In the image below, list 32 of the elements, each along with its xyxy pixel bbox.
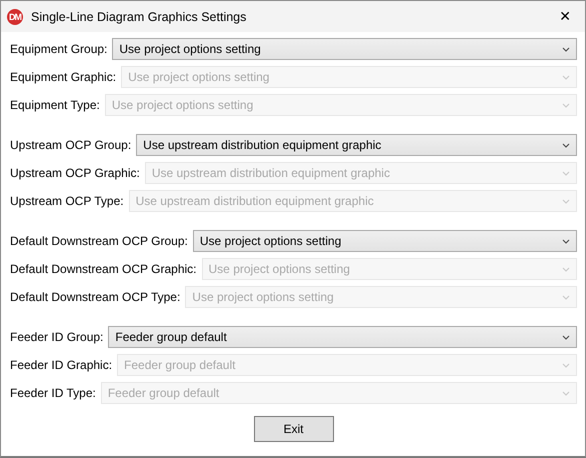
exit-button[interactable]: Exit (254, 416, 334, 442)
close-button[interactable]: ✕ (553, 6, 577, 26)
chevron-down-icon (562, 238, 570, 244)
dropdown[interactable]: Use project options setting (192, 230, 577, 252)
field-label: Upstream OCP Group: (10, 138, 132, 152)
field-label: Equipment Type: (10, 98, 100, 112)
field-label: Feeder ID Graphic: (10, 358, 112, 372)
dropdown[interactable]: Use project options setting (112, 38, 577, 60)
field-label: Feeder ID Type: (10, 386, 96, 400)
chevron-down-icon (562, 74, 570, 80)
chevron-down-icon (562, 334, 570, 340)
field-label: Equipment Group: (10, 42, 108, 56)
field-label: Default Downstream OCP Graphic: (10, 262, 197, 276)
app-logo: DM (7, 8, 23, 24)
field-label: Upstream OCP Graphic: (10, 166, 140, 180)
chevron-down-icon (562, 102, 570, 108)
field-label: Equipment Graphic: (10, 70, 116, 84)
dropdown[interactable]: Use upstream distribution equipment graphic (136, 134, 577, 156)
field-label: Feeder ID Group: (10, 330, 104, 344)
field-label: Default Downstream OCP Type: (10, 290, 180, 304)
dropdown[interactable]: Feeder group default (108, 326, 577, 348)
chevron-down-icon (562, 294, 570, 300)
chevron-down-icon (562, 362, 570, 368)
chevron-down-icon (562, 46, 570, 52)
chevron-down-icon (562, 266, 570, 272)
field-label: Upstream OCP Type: (10, 194, 124, 208)
chevron-down-icon (562, 390, 570, 396)
chevron-down-icon (562, 198, 570, 204)
field-label: Default Downstream OCP Group: (10, 234, 188, 248)
chevron-down-icon (562, 142, 570, 148)
window-title: Single-Line Diagram Graphics Settings (31, 10, 248, 24)
chevron-down-icon (562, 170, 570, 176)
